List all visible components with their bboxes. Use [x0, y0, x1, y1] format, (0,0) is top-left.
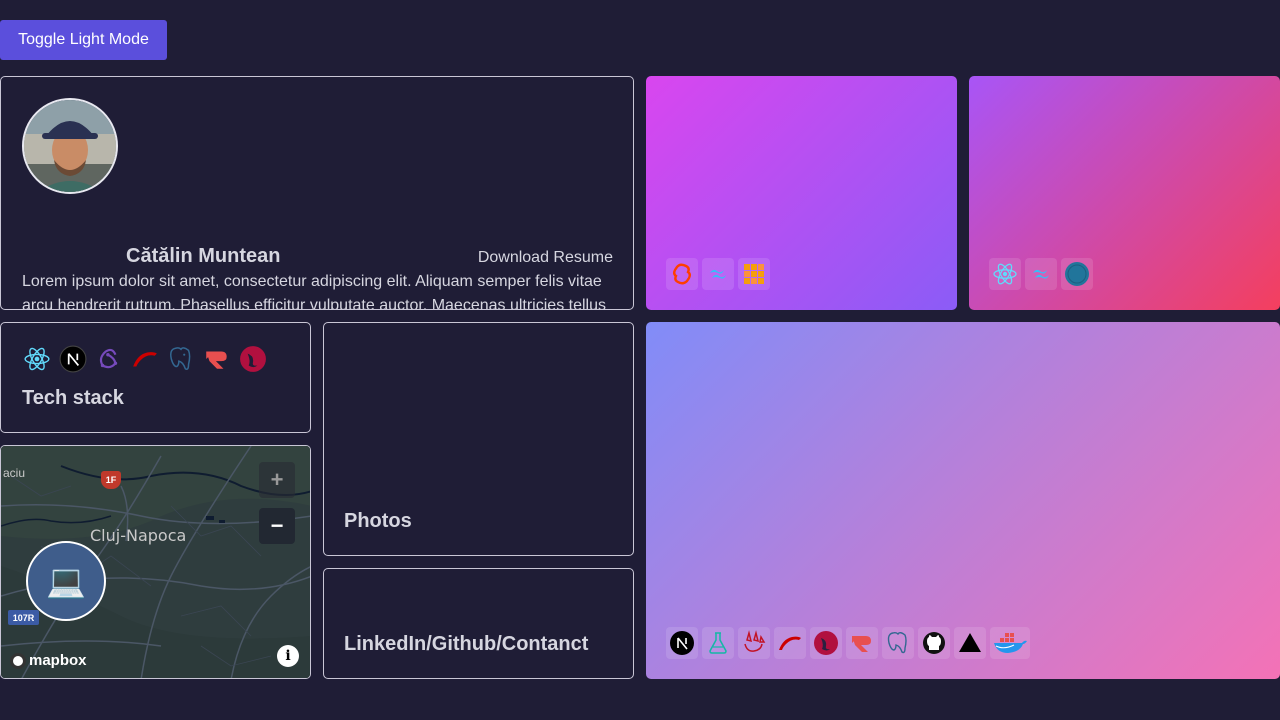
tailwind-icon — [702, 258, 734, 290]
profile-name: Cătălin Muntean — [126, 245, 281, 267]
mapbox-logo-icon — [10, 652, 26, 669]
map-place-label: aciu — [3, 466, 26, 480]
project-1-tech-icons — [666, 258, 770, 290]
nextjs-icon — [57, 343, 89, 375]
profile-card: Cătălin Muntean Download Resume Lorem ip… — [0, 76, 634, 310]
rescript-icon — [846, 627, 878, 659]
photos-card[interactable]: Photos — [323, 322, 634, 556]
road-shield-107r: 107R — [8, 610, 39, 625]
map-city-label: Cluj-Napoca — [90, 526, 187, 545]
mapbox-logo-text: mapbox — [29, 652, 87, 669]
zoom-out-button[interactable]: − — [259, 508, 295, 544]
svelte-icon — [666, 258, 698, 290]
sanity-icon — [738, 258, 770, 290]
nextjs-icon — [666, 627, 698, 659]
github-icon — [918, 627, 950, 659]
links-card[interactable]: LinkedIn/Github/Contanct — [323, 568, 634, 679]
project-3-tech-icons — [666, 627, 1030, 659]
redux-icon — [93, 343, 125, 375]
road-shield-1f: 1F — [101, 471, 121, 489]
jest-icon — [738, 627, 770, 659]
map-info-button[interactable]: i — [277, 645, 299, 667]
tech-stack-title: Tech stack — [22, 387, 124, 409]
tech-stack-card: Tech stack — [0, 322, 311, 433]
vercel-icon — [954, 627, 986, 659]
wordpress-icon — [1061, 258, 1093, 290]
react-icon — [21, 343, 53, 375]
tech-stack-icons — [21, 343, 269, 375]
mapbox-logo[interactable]: mapbox — [10, 652, 87, 669]
links-title: LinkedIn/Github/Contanct — [344, 633, 589, 655]
project-card-1[interactable] — [646, 76, 957, 310]
photos-title: Photos — [344, 510, 412, 532]
nestjs-icon — [237, 343, 269, 375]
toggle-light-mode-button[interactable]: Toggle Light Mode — [0, 20, 167, 60]
avatar-image — [24, 100, 116, 192]
avatar — [22, 98, 118, 194]
location-marker[interactable]: 💻 — [26, 541, 106, 621]
rails-icon — [774, 627, 806, 659]
rails-icon — [129, 343, 161, 375]
zoom-in-button[interactable]: + — [259, 462, 295, 498]
map-card[interactable]: aciu 1F Cluj-Napoca + − 💻 107R mapbox i — [0, 445, 311, 679]
postgresql-icon — [882, 627, 914, 659]
postgresql-icon — [165, 343, 197, 375]
project-card-3[interactable] — [646, 322, 1280, 679]
tailwind-icon — [1025, 258, 1057, 290]
project-card-2[interactable] — [969, 76, 1280, 310]
project-2-tech-icons — [989, 258, 1093, 290]
profile-bio: Lorem ipsum dolor sit amet, consectetur … — [22, 273, 606, 310]
download-resume-link[interactable]: Download Resume — [478, 249, 613, 267]
docker-icon — [990, 627, 1030, 659]
react-icon — [989, 258, 1021, 290]
laptop-icon: 💻 — [46, 563, 86, 599]
nestjs-icon — [810, 627, 842, 659]
rescript-icon — [201, 343, 233, 375]
flask-icon — [702, 627, 734, 659]
